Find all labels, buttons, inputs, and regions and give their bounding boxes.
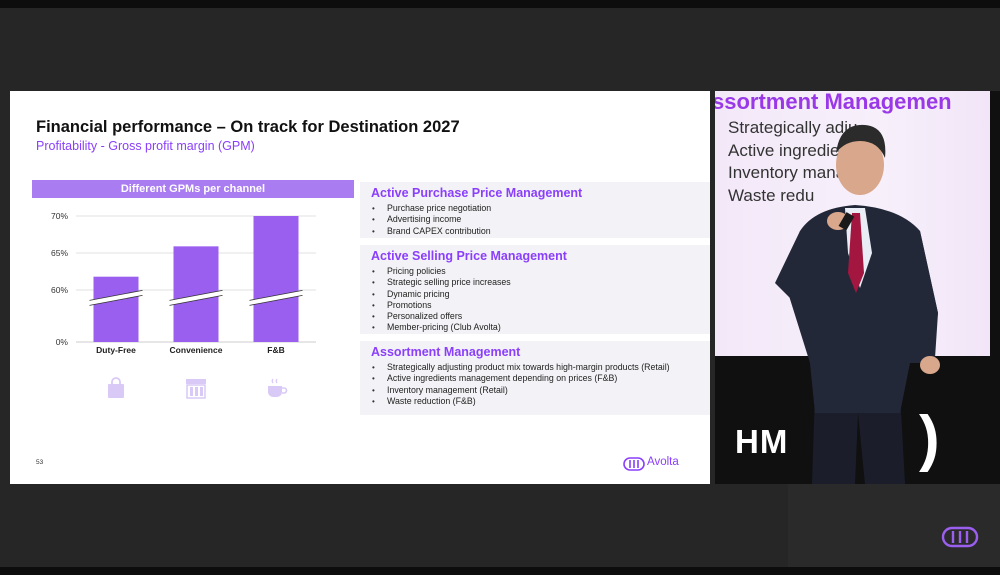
panel-title: Active Selling Price Management: [371, 249, 567, 263]
stage-screen-title: ssortment Managemen: [715, 91, 952, 114]
list-item: Inventory management (Retail): [372, 385, 670, 397]
x-tick-label: F&B: [267, 345, 284, 355]
panel-title: Assortment Management: [371, 345, 521, 359]
speaker-video-feed: ssortment Managemen Strategically adju A…: [715, 91, 1000, 484]
bar: [93, 276, 139, 342]
list-item: Waste reduction (F&B): [372, 396, 670, 408]
list-item: Promotions: [372, 300, 511, 312]
list-item: Brand CAPEX contribution: [372, 226, 491, 238]
y-tick-label: 70%: [51, 211, 68, 221]
speaker-figure: [775, 124, 940, 484]
stage-edge: [990, 91, 1000, 484]
avolta-watermark-icon: [941, 526, 979, 548]
list-item: Pricing policies: [372, 266, 511, 278]
y-tick-label: 65%: [51, 248, 68, 258]
list-item: Strategic selling price increases: [372, 277, 511, 289]
brand-name: Avolta: [647, 456, 679, 468]
list-item: Strategically adjusting product mix towa…: [372, 362, 670, 374]
top-letterbox: [0, 0, 1000, 8]
purchase-price-list: Purchase price negotiation Advertising i…: [372, 203, 491, 237]
gpm-bar-chart: 0% 60% 65% 70% Duty-Free Convenience F&B: [10, 201, 360, 401]
list-item: Advertising income: [372, 214, 491, 226]
selling-price-list: Pricing policies Strategic selling price…: [372, 266, 511, 334]
selling-price-panel: Active Selling Price Management Pricing …: [360, 245, 710, 334]
assortment-panel: Assortment Management Strategically adju…: [360, 341, 710, 415]
x-tick-label: Duty-Free: [96, 345, 136, 355]
page-number: 53: [36, 459, 44, 466]
purchase-price-panel: Active Purchase Price Management Purchas…: [360, 182, 710, 238]
brand-logo: Avolta: [623, 456, 693, 472]
y-tick-label: 60%: [51, 285, 68, 295]
y-tick-label: 0%: [56, 337, 69, 347]
list-item: Purchase price negotiation: [372, 203, 491, 215]
coffee-cup-icon: [265, 377, 288, 399]
presentation-slide: Financial performance – On track for Des…: [10, 91, 710, 484]
slide-subtitle: Profitability - Gross profit margin (GPM…: [36, 139, 255, 153]
x-tick-label: Convenience: [170, 345, 223, 355]
storefront-icon: [185, 377, 206, 399]
list-item: Active ingredients management depending …: [372, 373, 670, 385]
list-item: Member-pricing (Club Avolta): [372, 322, 511, 334]
slide-title: Financial performance – On track for Des…: [36, 118, 460, 136]
chart-header: Different GPMs per channel: [32, 180, 354, 198]
list-item: Dynamic pricing: [372, 289, 511, 301]
bottom-letterbox: [0, 567, 1000, 575]
panel-title: Active Purchase Price Management: [371, 186, 583, 200]
assortment-list: Strategically adjusting product mix towa…: [372, 362, 670, 407]
shopping-bag-icon: [106, 377, 126, 399]
list-item: Personalized offers: [372, 311, 511, 323]
bar: [253, 216, 299, 342]
avolta-mark-icon: [623, 457, 645, 471]
